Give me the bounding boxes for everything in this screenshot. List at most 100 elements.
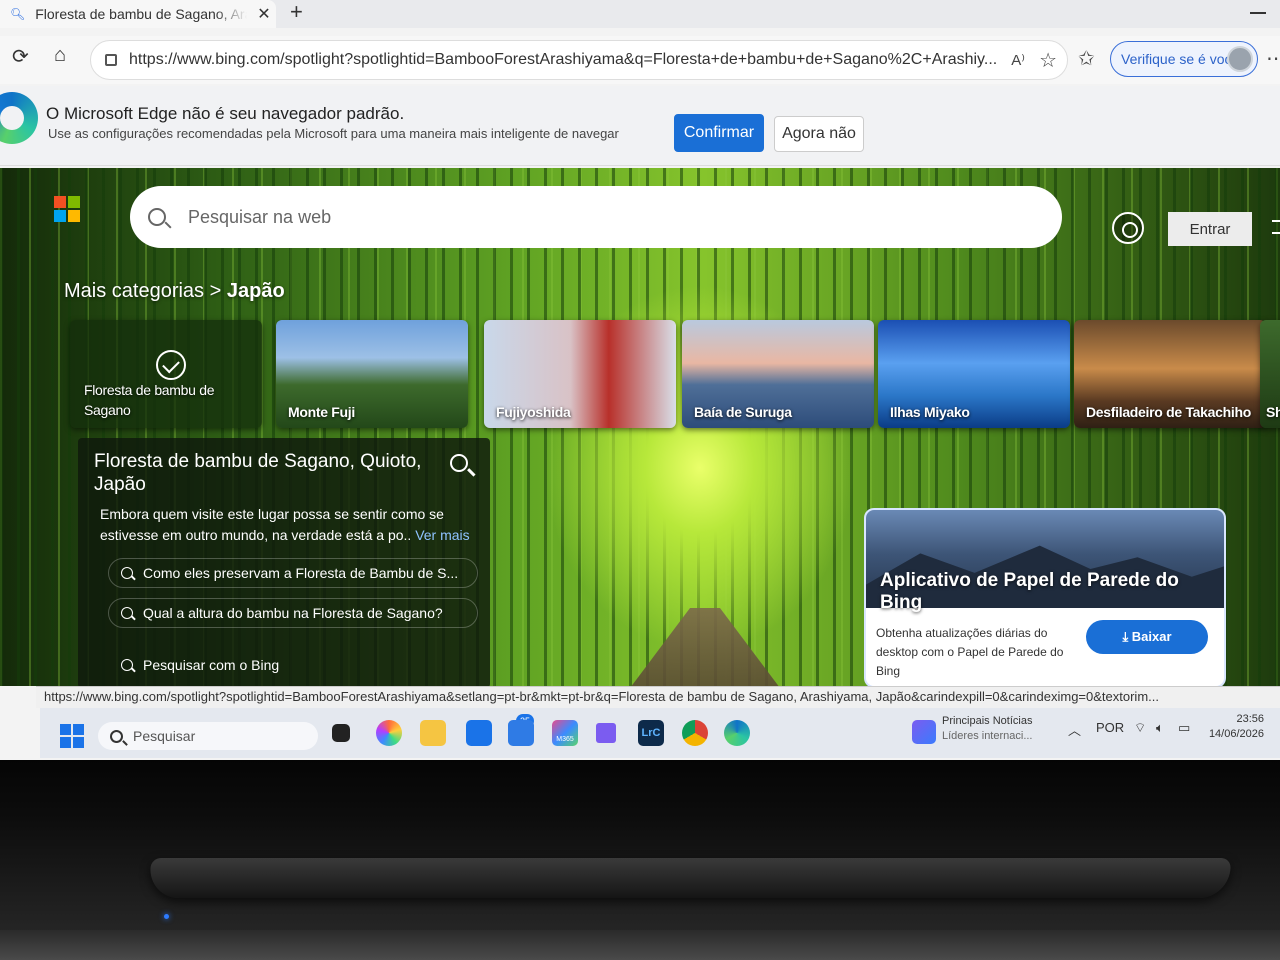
- category-label: Baía de Suruga: [694, 404, 792, 420]
- mail-icon[interactable]: [466, 720, 492, 746]
- lock-icon: [105, 54, 117, 66]
- app-card-text: Obtenha atualizações diárias do desktop …: [876, 626, 1064, 678]
- breadcrumb-current: Japão: [226, 280, 285, 302]
- app-card-title: Aplicativo de Papel de Parede do Bing: [880, 570, 1179, 613]
- download-icon: ⤓: [1122, 629, 1132, 644]
- home-icon[interactable]: ⌂: [54, 44, 66, 67]
- rewards-icon[interactable]: [1112, 212, 1144, 244]
- more-icon[interactable]: ⋯: [1266, 46, 1280, 71]
- keyboard-row: [0, 930, 1280, 960]
- copilot-icon[interactable]: [376, 720, 402, 746]
- related-question[interactable]: Como eles preservam a Floresta de Bambu …: [108, 558, 478, 588]
- confirm-button[interactable]: Confirmar: [674, 114, 764, 152]
- refresh-icon[interactable]: ⟳: [12, 44, 29, 69]
- check-icon: [156, 350, 186, 380]
- category-card-sagano[interactable]: Floresta de bambu de Sagano: [70, 320, 262, 428]
- category-label: Ilhas Miyako: [890, 404, 970, 420]
- status-url: https://www.bing.com/spotlight?spotlight…: [36, 686, 1280, 708]
- windows-start-icon[interactable]: [60, 724, 84, 748]
- search-icon: [121, 659, 133, 671]
- question-label: Qual a altura do bambu na Floresta de Sa…: [143, 605, 443, 621]
- battery-icon[interactable]: ▭: [1178, 720, 1190, 736]
- category-card-miyako[interactable]: Ilhas Miyako: [878, 320, 1070, 428]
- avatar: [1227, 46, 1253, 72]
- search-box[interactable]: Pesquisar na web: [130, 186, 1062, 248]
- language-indicator[interactable]: POR: [1096, 720, 1124, 735]
- task-view-icon[interactable]: [332, 724, 350, 742]
- menu-icon[interactable]: [1272, 220, 1280, 234]
- related-question[interactable]: Qual a altura do bambu na Floresta de Sa…: [108, 598, 478, 628]
- lightroom-icon[interactable]: LrC: [638, 720, 664, 746]
- search-icon[interactable]: [450, 454, 468, 472]
- browser-tab[interactable]: 🔍︎ Floresta de bambu de Sagano, Arashiya…: [0, 0, 276, 28]
- taskbar: Pesquisar 25 M365 LrC Principais Notícia…: [40, 708, 1280, 758]
- download-label: Baixar: [1131, 629, 1172, 644]
- new-tab-button[interactable]: +: [290, 0, 303, 24]
- laptop-hinge: [148, 858, 1232, 898]
- not-now-button[interactable]: Agora não: [774, 116, 864, 152]
- category-label: Shiz: [1266, 404, 1280, 420]
- category-card-next[interactable]: Shiz: [1260, 320, 1280, 428]
- news-widget[interactable]: Principais Notícias Líderes internaci...: [942, 714, 1033, 744]
- search-icon: [121, 567, 133, 579]
- m365-icon[interactable]: M365: [552, 720, 578, 746]
- bing-page: Pesquisar na web Entrar Mais categorias …: [0, 168, 1280, 686]
- info-title: Floresta de bambu de Sagano, Quioto, Jap…: [94, 451, 422, 495]
- settings-icon[interactable]: [508, 720, 534, 746]
- search-with-bing-button[interactable]: Pesquisar com o Bing: [108, 650, 298, 680]
- read-aloud-icon[interactable]: A⁾: [1011, 51, 1025, 69]
- banner-subtitle: Use as configurações recomendadas pela M…: [48, 126, 619, 141]
- favorite-star-icon[interactable]: ☆: [1039, 48, 1057, 73]
- category-label: Monte Fuji: [288, 404, 355, 420]
- category-card-suruga[interactable]: Baía de Suruga: [682, 320, 874, 428]
- chevron-up-icon[interactable]: ︿: [1068, 720, 1081, 739]
- sign-in-button[interactable]: Entrar: [1168, 212, 1252, 246]
- news-title: Principais Notícias: [942, 715, 1033, 727]
- search-icon: 🔍︎: [10, 7, 26, 21]
- news-icon[interactable]: [912, 720, 936, 744]
- category-label: Floresta de bambu de Sagano: [84, 382, 215, 418]
- info-description: Embora quem visite este lugar possa se s…: [100, 504, 480, 546]
- search-icon: [110, 729, 123, 743]
- screen: 🔍︎ Floresta de bambu de Sagano, Arashiya…: [0, 0, 1280, 760]
- tab-close-icon[interactable]: ✕: [257, 4, 270, 24]
- question-label: Pesquisar com o Bing: [143, 657, 280, 673]
- address-bar[interactable]: https://www.bing.com/spotlight?spotlight…: [90, 40, 1068, 80]
- edge-icon[interactable]: [724, 720, 750, 746]
- category-label: Fujiyoshida: [496, 404, 571, 420]
- taskbar-search-input[interactable]: Pesquisar: [133, 728, 195, 744]
- category-label: Desfiladeiro de Takachiho: [1086, 404, 1251, 420]
- volume-icon[interactable]: 🔈︎: [1156, 720, 1164, 736]
- category-card-monte-fuji[interactable]: Monte Fuji: [276, 320, 468, 428]
- info-panel: Floresta de bambu de Sagano, Quioto, Jap…: [78, 438, 490, 686]
- question-label: Como eles preservam a Floresta de Bambu …: [143, 565, 459, 581]
- category-carousel: Floresta de bambu de Sagano Monte Fuji F…: [70, 320, 1280, 430]
- clock-time: 23:56: [1236, 713, 1264, 725]
- clock[interactable]: 23:56 14/06/2026: [1200, 712, 1264, 742]
- default-browser-banner: O Microsoft Edge não é seu navegador pad…: [0, 86, 1280, 166]
- breadcrumb-parent[interactable]: Mais categorias: [64, 280, 204, 302]
- chrome-icon[interactable]: [682, 720, 708, 746]
- category-card-takachiho[interactable]: Desfiladeiro de Takachiho: [1074, 320, 1266, 428]
- search-icon: [148, 208, 166, 226]
- see-more-link[interactable]: Ver mais: [415, 527, 469, 543]
- microsoft-logo-icon[interactable]: [54, 196, 80, 222]
- toolbar: ⟳ ⌂ https://www.bing.com/spotlight?spotl…: [0, 36, 1280, 84]
- category-card-fujiyoshida[interactable]: Fujiyoshida: [484, 320, 676, 428]
- verify-identity-button[interactable]: Verifique se é você: [1110, 41, 1258, 77]
- edge-logo-icon: [0, 92, 38, 144]
- forest-path: [630, 608, 780, 686]
- breadcrumb: Mais categorias > Japão: [64, 280, 285, 303]
- wallpaper-app-card: Aplicativo de Papel de Parede do Bing Ob…: [864, 508, 1226, 686]
- info-description-text: Embora quem visite este lugar possa se s…: [100, 506, 444, 543]
- address-url[interactable]: https://www.bing.com/spotlight?spotlight…: [129, 51, 1009, 69]
- favorites-icon[interactable]: ✩: [1078, 46, 1095, 71]
- search-icon: [121, 607, 133, 619]
- download-button[interactable]: ⤓ Baixar: [1086, 620, 1208, 654]
- taskbar-search[interactable]: Pesquisar: [98, 722, 318, 750]
- file-explorer-icon[interactable]: [420, 720, 446, 746]
- snipping-tool-icon[interactable]: [596, 723, 616, 743]
- minimize-icon[interactable]: [1250, 12, 1266, 14]
- wifi-icon[interactable]: ⌔: [1134, 720, 1146, 736]
- search-input[interactable]: Pesquisar na web: [188, 207, 331, 228]
